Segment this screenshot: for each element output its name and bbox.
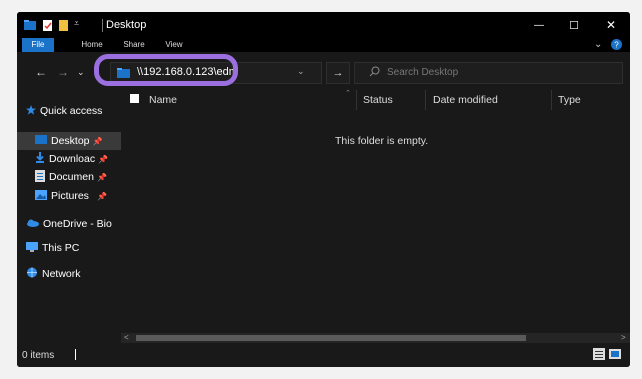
nav-item-onedrive[interactable]: OneDrive - Bio [17,215,121,233]
computer-icon [26,241,38,255]
pin-icon: 📌 [96,191,107,201]
network-icon [26,267,38,281]
address-dropdown-icon[interactable]: ⌄ [297,66,305,77]
recent-locations-icon[interactable]: ⌄ [77,67,85,78]
pin-icon: 📌 [96,172,107,182]
nav-item-pictures[interactable]: Pictures 📌 [17,187,121,205]
title-bar: ⩡ Desktop — ☐ ✕ [17,12,630,38]
ribbon-tabs: File Home Share View ⌄ ? [17,38,630,52]
column-divider[interactable] [425,90,426,110]
search-icon [369,66,380,80]
column-header-type[interactable]: Type [558,94,581,106]
tab-view[interactable]: View [162,38,186,52]
search-placeholder: Search Desktop [387,67,459,78]
maximize-button[interactable]: ☐ [562,16,586,34]
nav-item-network[interactable]: Network [17,265,121,283]
nav-item-downloads[interactable]: Downloac 📌 [17,150,121,168]
column-divider[interactable] [551,90,552,110]
chevron-down-icon[interactable]: ⌄ [594,39,602,50]
close-button[interactable]: ✕ [599,16,623,34]
scroll-right-icon[interactable]: > [621,333,626,342]
customize-toolbar-icon[interactable]: ⩡ [74,18,79,29]
back-arrow-icon[interactable]: ← [35,65,47,79]
svg-text:?: ? [614,41,619,50]
folder-icon [24,20,36,33]
minimize-button[interactable]: — [527,16,551,34]
tab-share[interactable]: Share [120,38,148,52]
nav-item-label: OneDrive - Bio [43,218,112,230]
cloud-icon [26,218,39,230]
properties-icon[interactable] [42,20,53,34]
text-cursor [75,349,76,360]
nav-item-desktop[interactable]: Desktop 📌 [17,132,121,150]
column-header-name[interactable]: Name [149,94,177,106]
address-highlight-annotation [94,54,238,86]
nav-item-this-pc[interactable]: This PC [17,239,121,257]
nav-item-label: Documen [49,171,94,183]
horizontal-scrollbar[interactable]: < > [121,333,630,343]
nav-item-label: This PC [42,242,80,254]
select-all-checkbox[interactable] [130,94,139,103]
tab-home[interactable]: Home [77,38,107,52]
title-separator [102,19,103,32]
download-icon [35,152,45,166]
go-button[interactable]: → [326,62,350,84]
help-icon[interactable]: ? [611,39,622,50]
forward-arrow-icon[interactable]: → [57,65,69,79]
empty-folder-message: This folder is empty. [335,135,429,147]
large-icons-view-icon[interactable] [609,348,621,360]
new-folder-icon[interactable] [59,20,68,34]
nav-item-label: Quick access [40,105,103,117]
column-divider[interactable] [356,90,357,110]
window-title: Desktop [106,19,147,31]
address-row: ← → ⌄ \\192.168.0.123\edm ⌄ → Search Des… [17,52,630,90]
item-count: 0 items [22,350,55,361]
scroll-left-icon[interactable]: < [124,333,129,342]
pictures-icon [35,189,47,203]
search-box[interactable]: Search Desktop [354,62,623,84]
documents-icon [35,169,45,185]
nav-item-label: Desktop [51,135,90,147]
pin-icon: 📌 [98,154,109,164]
nav-item-label: Pictures [51,190,89,202]
scrollbar-thumb[interactable] [136,335,526,341]
column-header-status[interactable]: Status [363,94,393,106]
details-view-icon[interactable] [593,348,605,360]
nav-item-documents[interactable]: Documen 📌 [17,168,121,186]
file-explorer-window: ⩡ Desktop — ☐ ✕ File Home Share View ⌄ ?… [17,12,630,367]
file-list: Name ⌃ Status Date modified Type This fo… [121,90,630,341]
nav-item-label: Network [42,268,81,280]
navigation-pane: Quick access Desktop 📌 Downloac 📌 Docume… [17,90,121,341]
nav-item-quick-access[interactable]: Quick access [17,102,121,120]
tab-file[interactable]: File [22,38,54,52]
status-bar: 0 items [17,343,630,367]
column-header-date-modified[interactable]: Date modified [433,94,498,106]
pin-icon: 📌 [92,136,103,146]
desktop-folder-icon [35,135,47,147]
sort-caret-icon: ⌃ [345,90,351,97]
star-icon [26,104,36,118]
nav-item-label: Downloac [49,153,96,165]
